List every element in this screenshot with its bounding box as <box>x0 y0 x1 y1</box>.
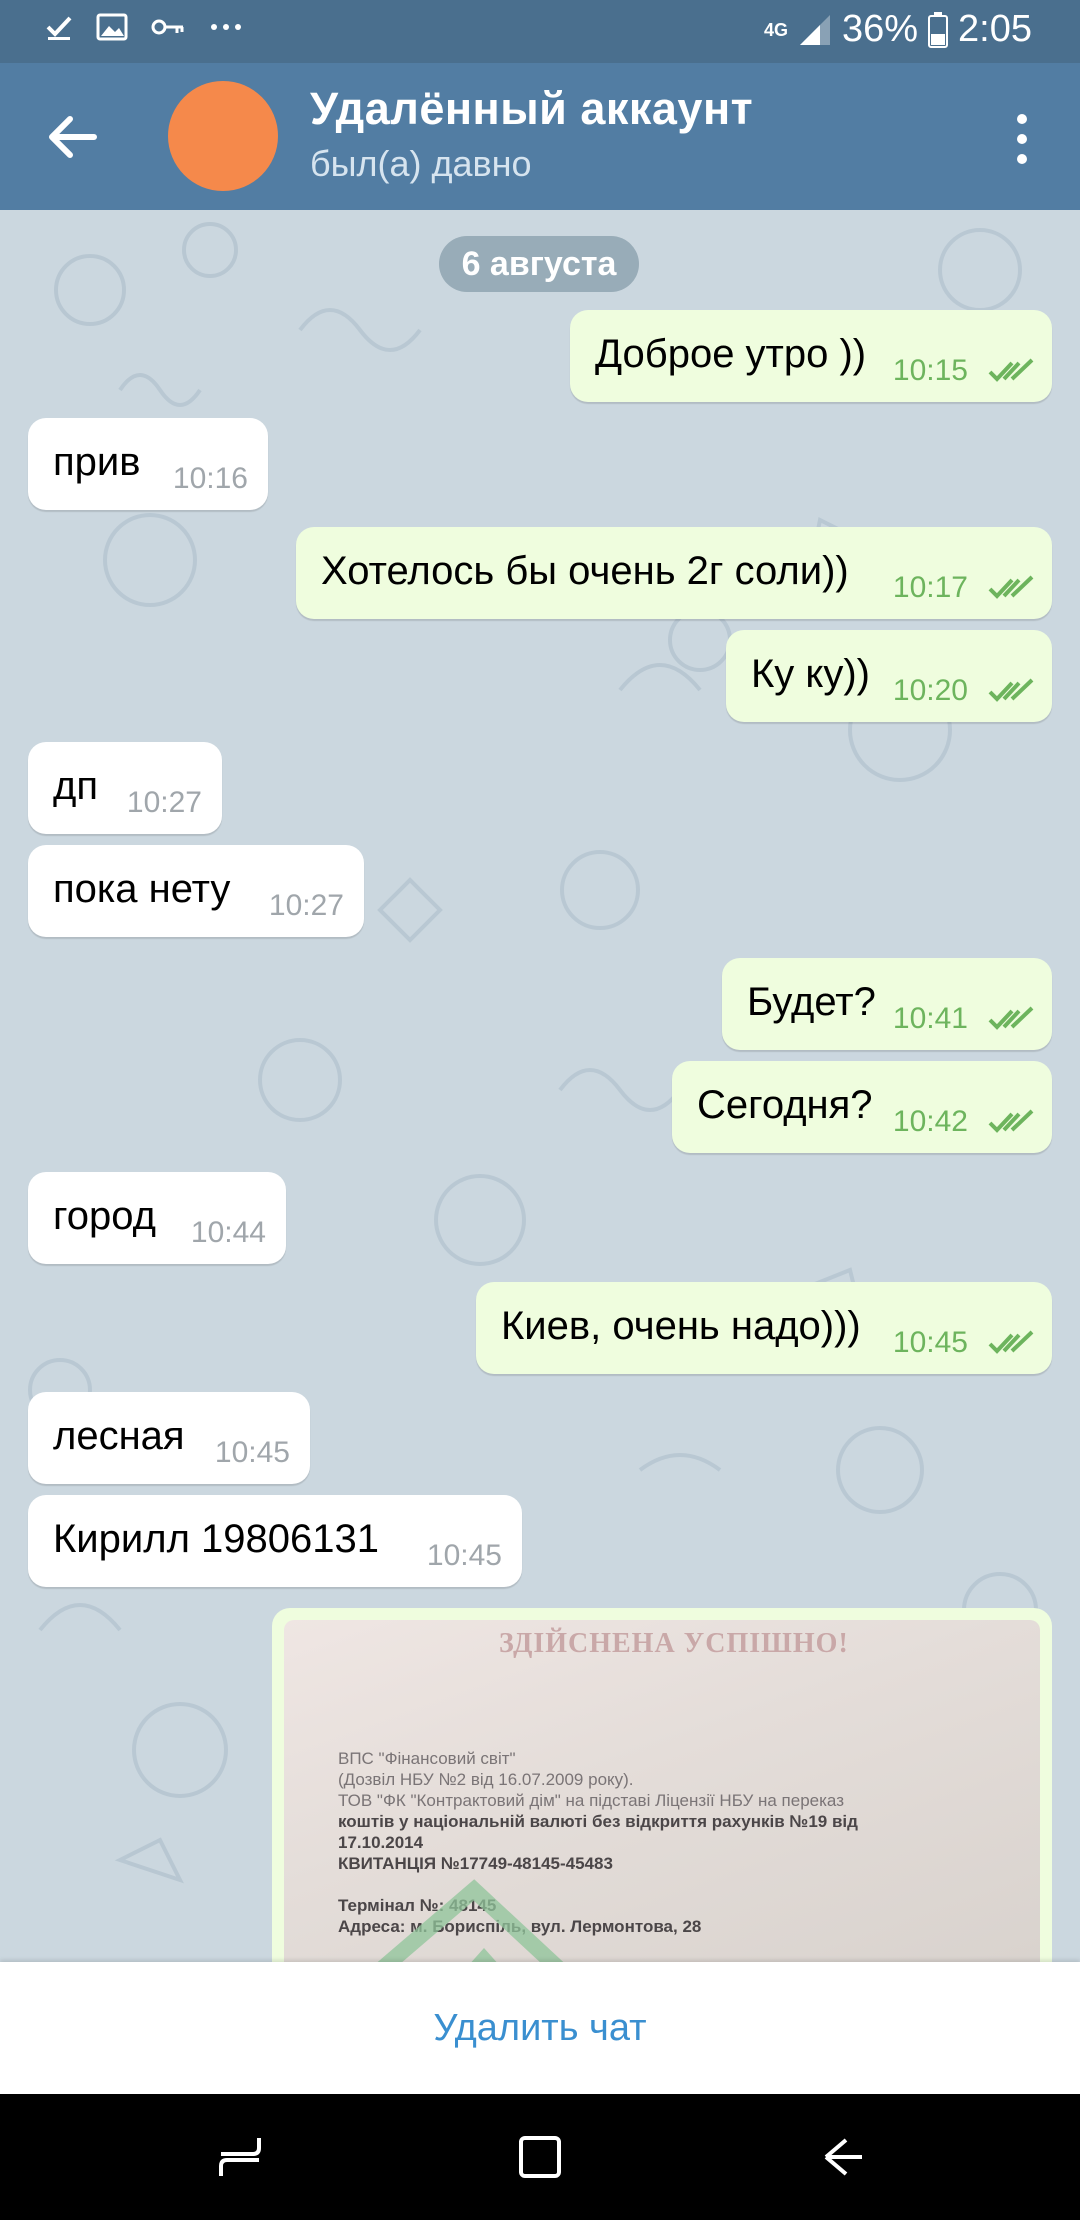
message-time: 10:44 <box>190 1216 266 1249</box>
battery-percent: 36% <box>841 8 919 50</box>
message-time: 10:27 <box>268 889 344 922</box>
message-time: 10:15 <box>892 354 968 387</box>
outgoing-message[interactable]: Будет? 10:41 <box>722 958 1052 1050</box>
message-time: 10:20 <box>892 674 968 707</box>
outgoing-message[interactable]: Сегодня? 10:42 <box>672 1061 1052 1153</box>
message-text: Ку ку)) <box>751 652 871 696</box>
message-text: Кирилл 19806131 <box>53 1517 379 1561</box>
read-receipt-icon <box>988 1109 1034 1133</box>
signal-icon <box>799 14 830 45</box>
outgoing-message[interactable]: Хотелось бы очень 2г соли)) 10:17 <box>296 527 1052 619</box>
recent-apps-icon[interactable] <box>215 2132 265 2182</box>
image-icon <box>96 13 128 41</box>
avatar[interactable] <box>168 81 278 191</box>
receipt-line: ТОВ "ФК "Контрактовий дім" на підставі Л… <box>338 1791 844 1810</box>
message-time: 10:27 <box>126 786 202 819</box>
message-time: 10:42 <box>892 1105 968 1138</box>
chat-title[interactable]: Удалённый аккаунт <box>310 83 753 135</box>
clock: 2:05 <box>958 8 1032 50</box>
check-icon <box>46 16 72 40</box>
receipt-line: (Дозвіл НБУ №2 від 16.07.2009 року). <box>338 1770 634 1789</box>
system-navigation-bar <box>0 2094 1080 2220</box>
date-separator: 6 августа <box>439 236 639 292</box>
message-time: 10:17 <box>892 571 968 604</box>
notification-icons <box>44 12 244 42</box>
message-time: 10:41 <box>892 1002 968 1035</box>
read-receipt-icon <box>988 678 1034 702</box>
key-icon <box>151 19 184 35</box>
message-text: Хотелось бы очень 2г соли)) <box>321 549 849 593</box>
stamp-mark <box>377 1879 564 1962</box>
outgoing-message[interactable]: Ку ку)) 10:20 <box>726 630 1052 722</box>
message-text: пока нету <box>53 867 231 911</box>
message-text: Доброе утро )) <box>595 332 867 376</box>
delete-chat-button[interactable]: Удалить чат <box>0 1962 1080 2094</box>
message-time: 10:45 <box>426 1539 502 1572</box>
incoming-message[interactable]: город 10:44 <box>28 1172 286 1264</box>
incoming-message[interactable]: прив 10:16 <box>28 418 268 510</box>
bottom-action-bar: Удалить чат <box>0 1962 1080 2094</box>
back-icon[interactable] <box>818 2132 868 2182</box>
system-indicators: 4G 36% 2:05 <box>764 8 1032 51</box>
chat-header: Удалённый аккаунт был(а) давно <box>0 63 1080 210</box>
network-type: 4G <box>763 19 788 40</box>
message-time: 10:45 <box>214 1436 290 1469</box>
read-receipt-icon <box>988 1006 1034 1030</box>
overflow-menu-icon[interactable] <box>1010 109 1034 169</box>
outgoing-message[interactable]: Киев, очень надо))) 10:45 <box>476 1282 1052 1374</box>
message-text: лесная <box>53 1414 185 1458</box>
message-text: дп <box>53 764 98 808</box>
message-text: город <box>53 1194 156 1238</box>
message-text: Сегодня? <box>697 1083 873 1127</box>
read-receipt-icon <box>988 1330 1034 1354</box>
incoming-message[interactable]: лесная 10:45 <box>28 1392 310 1484</box>
read-receipt-icon <box>988 358 1034 382</box>
status-bar: 4G 36% 2:05 <box>0 0 1080 63</box>
back-arrow-icon[interactable] <box>42 107 102 167</box>
incoming-message[interactable]: Кирилл 19806131 10:45 <box>28 1495 522 1587</box>
receipt-photo[interactable]: ЗДІЙСНЕНА УСПІШНО! ВПС "Фінансовий світ"… <box>284 1620 1040 1962</box>
outgoing-photo-message[interactable]: ЗДІЙСНЕНА УСПІШНО! ВПС "Фінансовий світ"… <box>272 1608 1052 1962</box>
incoming-message[interactable]: пока нету 10:27 <box>28 845 364 937</box>
outgoing-message[interactable]: Доброе утро )) 10:15 <box>570 310 1052 402</box>
receipt-title: ЗДІЙСНЕНА УСПІШНО! <box>499 1628 849 1659</box>
read-receipt-icon <box>988 575 1034 599</box>
message-text: Будет? <box>747 980 876 1024</box>
home-icon[interactable] <box>515 2132 565 2182</box>
message-text: прив <box>53 440 141 484</box>
message-time: 10:16 <box>172 462 248 495</box>
message-time: 10:45 <box>892 1326 968 1359</box>
receipt-line: коштів у національній валюті без відкрит… <box>338 1812 858 1831</box>
receipt-line: ВПС "Фінансовий світ" <box>338 1749 516 1768</box>
more-icon <box>211 24 241 30</box>
battery-icon <box>928 11 949 48</box>
message-text: Киев, очень надо))) <box>501 1304 861 1348</box>
last-seen-status: был(а) давно <box>310 143 532 184</box>
incoming-message[interactable]: дп 10:27 <box>28 742 222 834</box>
message-list[interactable]: 6 августа Доброе утро )) 10:15 прив 10:1… <box>0 210 1080 1962</box>
